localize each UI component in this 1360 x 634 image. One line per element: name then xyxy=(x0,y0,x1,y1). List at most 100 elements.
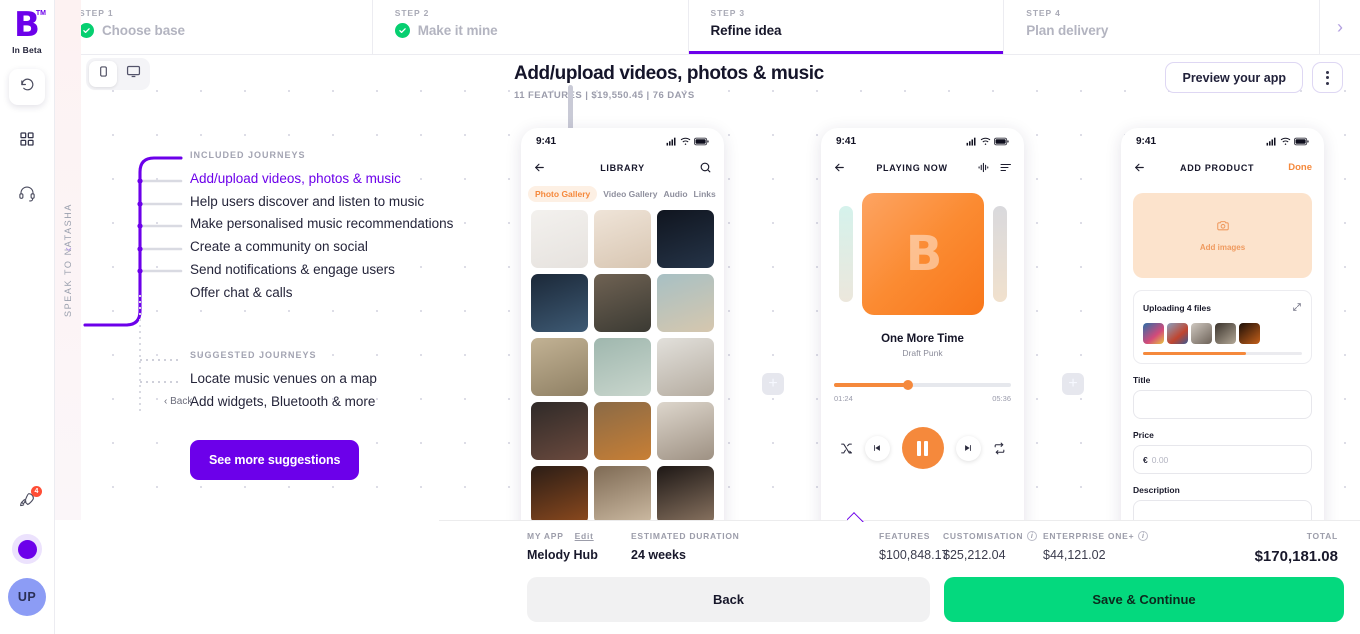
journey-item-3[interactable]: Create a community on social xyxy=(190,236,520,259)
step-3-refine-idea[interactable]: STEP 3 Refine idea xyxy=(689,0,1005,54)
upload-thumb[interactable] xyxy=(1239,323,1260,344)
apps-button[interactable] xyxy=(9,123,45,159)
photo-thumb[interactable] xyxy=(594,402,651,460)
add-images-dropzone[interactable]: Add images xyxy=(1133,193,1312,278)
seek-bar[interactable] xyxy=(834,380,1011,390)
cellular-icon xyxy=(666,137,676,146)
avatar[interactable]: UP xyxy=(8,578,46,616)
next-icon[interactable] xyxy=(955,435,981,461)
phone-preview-player[interactable]: 9:41 PLAYING NOW B One More Time Draft P… xyxy=(821,128,1024,520)
library-tabs: Photo Gallery Video Gallery Audio Links xyxy=(521,181,724,206)
device-mobile-button[interactable] xyxy=(89,61,117,87)
back-arrow-icon[interactable] xyxy=(533,161,546,174)
launch-button[interactable]: 4 xyxy=(9,484,45,520)
dot xyxy=(1326,76,1329,79)
device-desktop-button[interactable] xyxy=(119,61,147,87)
step-3-label: Refine idea xyxy=(710,23,782,38)
photo-thumb[interactable] xyxy=(531,210,588,268)
info-icon[interactable]: i xyxy=(1138,531,1149,541)
suggested-item-0[interactable]: Locate music venues on a map xyxy=(190,368,520,391)
search-icon[interactable] xyxy=(699,161,712,174)
journey-item-1[interactable]: Help users discover and listen to music xyxy=(190,191,520,214)
queue-list-icon[interactable] xyxy=(1000,162,1012,173)
repeat-icon[interactable] xyxy=(993,442,1006,455)
photo-thumb[interactable] xyxy=(657,466,714,520)
expand-icon[interactable] xyxy=(1292,299,1302,317)
upload-thumbnails xyxy=(1143,323,1302,344)
see-more-suggestions-button[interactable]: See more suggestions xyxy=(190,439,360,480)
canvas-back-link[interactable]: ‹ Back xyxy=(164,396,192,407)
photo-thumb[interactable] xyxy=(531,466,588,520)
library-title: LIBRARY xyxy=(600,162,645,173)
preview-app-button[interactable]: Preview your app xyxy=(1165,62,1303,93)
brand-logo[interactable]: B TM In Beta xyxy=(0,8,55,55)
suggested-item-1[interactable]: Add widgets, Bluetooth & more xyxy=(190,391,520,414)
tab-photo-gallery[interactable]: Photo Gallery xyxy=(528,186,598,202)
tab-audio[interactable]: Audio xyxy=(663,189,687,199)
album-prev-cover[interactable] xyxy=(838,206,853,302)
speak-to-natasha-tab[interactable]: SPEAK TO NATASHA › xyxy=(55,0,81,520)
add-screen-button[interactable]: + xyxy=(1062,373,1084,395)
photo-thumb[interactable] xyxy=(531,338,588,396)
step-4-plan-delivery[interactable]: STEP 4 Plan delivery xyxy=(1004,0,1320,54)
tab-video-gallery[interactable]: Video Gallery xyxy=(603,189,657,199)
shuffle-icon[interactable] xyxy=(840,442,853,455)
photo-thumb[interactable] xyxy=(657,274,714,332)
back-arrow-icon[interactable] xyxy=(833,161,846,174)
description-field[interactable] xyxy=(1133,500,1312,520)
album-carousel: B xyxy=(821,181,1024,315)
next-step-button[interactable]: › xyxy=(1320,0,1360,54)
tab-links[interactable]: Links xyxy=(694,189,716,199)
track-title: One More Time xyxy=(881,333,964,345)
journey-item-2[interactable]: Make personalised music recommendations xyxy=(190,213,520,236)
status-icons xyxy=(666,137,709,146)
enterprise-label: ENTERPRISE ONE+ i xyxy=(1043,531,1183,541)
photo-thumb[interactable] xyxy=(657,338,714,396)
photo-thumb[interactable] xyxy=(531,274,588,332)
customisation-value: $25,212.04 xyxy=(943,548,1006,562)
info-icon[interactable]: i xyxy=(1027,531,1038,541)
pause-icon[interactable] xyxy=(901,427,944,469)
done-button[interactable]: Done xyxy=(1288,162,1312,173)
step-2-make-it-mine[interactable]: STEP 2 Make it mine xyxy=(373,0,689,54)
upload-thumb[interactable] xyxy=(1215,323,1236,344)
photo-thumb[interactable] xyxy=(594,274,651,332)
player-controls xyxy=(821,427,1024,469)
step-1-choose-base[interactable]: STEP 1 Choose base xyxy=(55,0,373,54)
price-field-label: Price xyxy=(1133,430,1154,440)
previous-icon[interactable] xyxy=(864,435,890,461)
status-indicator[interactable] xyxy=(12,534,42,564)
add-screen-button[interactable]: + xyxy=(762,373,784,395)
photo-thumb[interactable] xyxy=(594,210,651,268)
photo-thumb[interactable] xyxy=(531,402,588,460)
upload-thumb[interactable] xyxy=(1167,323,1188,344)
photo-thumb[interactable] xyxy=(594,466,651,520)
back-button[interactable]: Back xyxy=(527,577,930,622)
support-button[interactable] xyxy=(9,177,45,213)
seek-handle[interactable] xyxy=(903,380,914,390)
undo-button[interactable] xyxy=(9,69,45,105)
phone-preview-library[interactable]: 9:41 LIBRARY Photo Gallery Video Gallery… xyxy=(521,128,724,520)
journey-item-5[interactable]: Offer chat & calls xyxy=(190,282,520,305)
photo-thumb[interactable] xyxy=(594,338,651,396)
photo-thumb[interactable] xyxy=(657,402,714,460)
more-options-button[interactable] xyxy=(1312,62,1343,93)
upload-thumb[interactable] xyxy=(1191,323,1212,344)
equalizer-icon[interactable] xyxy=(978,162,991,173)
back-arrow-icon[interactable] xyxy=(1133,161,1146,174)
wifi-icon xyxy=(680,137,691,145)
save-and-continue-button[interactable]: Save & Continue xyxy=(944,577,1344,622)
natasha-label: SPEAK TO NATASHA xyxy=(63,203,73,317)
edit-app-name-link[interactable]: Edit xyxy=(575,531,594,541)
journey-item-4[interactable]: Send notifications & engage users xyxy=(190,259,520,282)
project-header: Add/upload videos, photos & music 11 FEA… xyxy=(514,63,824,101)
status-time: 9:41 xyxy=(1136,135,1157,147)
title-field[interactable] xyxy=(1133,390,1312,419)
album-next-cover[interactable] xyxy=(992,206,1007,302)
upload-thumb[interactable] xyxy=(1143,323,1164,344)
journey-item-0[interactable]: Add/upload videos, photos & music xyxy=(190,168,520,191)
price-field[interactable]: € 0.00 xyxy=(1133,445,1312,474)
summary-caret-icon[interactable] xyxy=(847,512,865,522)
phone-preview-add-product[interactable]: 9:41 ADD PRODUCT Done Add images Uploadi… xyxy=(1121,128,1324,520)
photo-thumb[interactable] xyxy=(657,210,714,268)
